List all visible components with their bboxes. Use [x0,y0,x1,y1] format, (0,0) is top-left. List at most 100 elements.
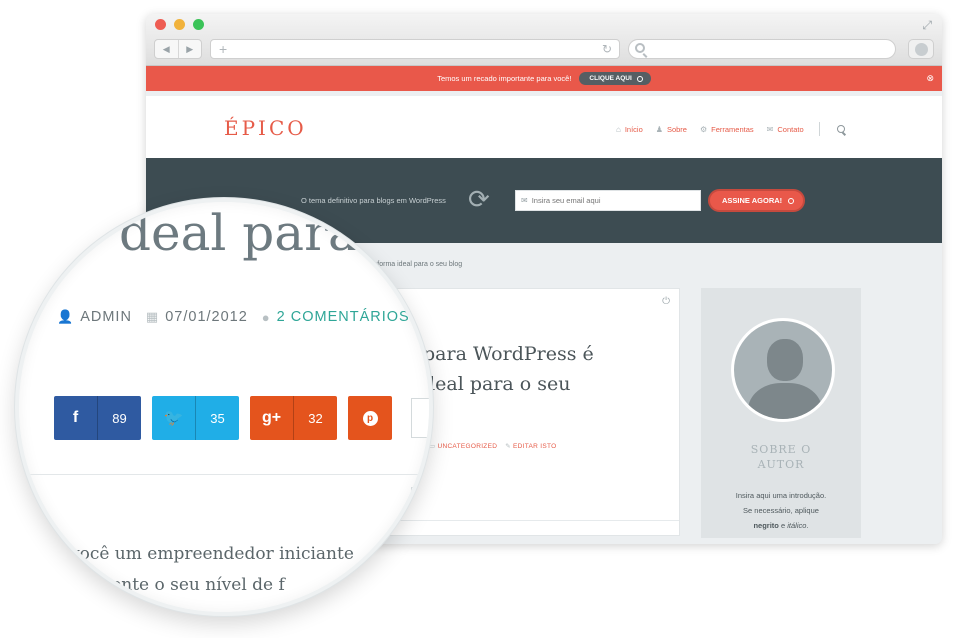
twitter-share-button[interactable]: 🐦 35 [152,396,239,440]
post-title-line: deal para o seu [423,373,571,395]
avatar-body [748,383,822,419]
circle-icon [788,197,795,204]
nav-item-contato[interactable]: ✉ Contato [767,125,804,134]
bold-word: negrito [753,521,779,530]
avatar-head [767,339,803,381]
post-author[interactable]: 👤 ADMIN [57,309,132,325]
search-icon[interactable] [836,125,845,133]
magnified-body-text: ia você um empreendedor iniciante cê aum… [49,539,429,616]
post-meta: ▭ UNCATEGORIZED ✎ EDITAR ISTO [429,442,556,450]
edit-label: EDITAR ISTO [512,443,557,450]
maximize-window-button[interactable] [193,19,204,30]
extension-button[interactable] [908,39,934,59]
comments-link: 2 COMENTÁRIOS [276,309,410,325]
nav-label: Sobre [666,124,687,134]
close-window-button[interactable] [155,19,166,30]
author-text-line: Insira aqui uma introdução. [735,491,827,500]
subscribe-button-label: ASSINE AGORA! [722,196,783,205]
google-plus-share-button[interactable]: g+ 32 [250,396,337,440]
italic-word: itálico [787,521,807,530]
site-header: ÉPICO ⌂ Início ♟ Sobre ⚙ Ferramentas ✉ C… [146,96,942,158]
breadcrumb: lataforma ideal para o seu blog [366,261,463,268]
facebook-icon: f [72,409,79,426]
address-bar[interactable]: + ↻ [210,39,620,59]
subscribe-button[interactable]: ASSINE AGORA! [708,189,806,212]
nav-item-sobre[interactable]: ♟ Sobre [656,125,687,134]
post-category[interactable]: ▭ UNCATEGORIZED [429,442,497,450]
history-nav: ◀ ▶ [154,39,202,59]
share-buttons: f 89 🐦 35 g+ 32 p [54,396,392,440]
notice-bar: Temos um recado importante para você! CL… [146,66,942,91]
pinterest-share-button[interactable]: p [348,396,392,440]
forward-icon[interactable]: ▶ [177,40,202,58]
post-title-line: para WordPress é [423,343,594,365]
extension-icon [915,43,928,56]
refresh-icon: ⟳ [468,184,490,214]
email-field[interactable]: ✉ [515,190,701,211]
main-nav: ⌂ Início ♟ Sobre ⚙ Ferramentas ✉ Contato [616,122,845,136]
browser-chrome: ⤢ ◀ ▶ + ↻ [146,14,942,66]
facebook-share-button[interactable]: f 89 [54,396,141,440]
author-widget-text: Insira aqui uma introdução. Se necessári… [701,488,861,533]
author-widget-title: SOBRE O AUTOR [750,443,812,471]
period: . [806,521,809,530]
new-tab-icon[interactable]: + [219,41,227,57]
body-line: feito pod [49,606,126,616]
category-label: UNCATEGORIZED [437,443,498,450]
folder-icon: ▭ [429,443,436,450]
author-text-line: negrito e itálico. [701,518,861,533]
nav-item-inicio[interactable]: ⌂ Início [616,125,643,134]
pagination-button[interactable] [411,487,429,509]
magnifier-lens: deal para o 👤 ADMIN ▦ 07/01/2012 ● 2 COMENT… [15,198,433,616]
magnified-divider [19,474,429,475]
share-count: 89 [97,396,141,440]
author-name: ADMIN [80,309,132,325]
pencil-icon: ✎ [505,443,511,450]
home-icon: ⌂ [616,124,621,134]
fullscreen-icon[interactable]: ⤢ [922,18,932,33]
nav-label: Início [624,124,643,134]
nav-divider [818,122,820,136]
post-date: ▦ 07/01/2012 [146,309,248,325]
notice-button-label: CLIQUE AQUI [589,75,632,82]
back-icon[interactable]: ◀ [155,40,178,58]
minimize-window-button[interactable] [174,19,185,30]
author-text-line: Se necessário, aplique [743,506,819,515]
calendar-icon: ▦ [145,309,160,324]
magnified-title: deal para o [119,204,404,262]
reload-icon[interactable]: ↻ [602,42,612,56]
user-icon: 👤 [57,309,75,324]
circle-icon [636,75,643,82]
browser-search-input[interactable] [628,39,896,59]
pinterest-icon-wrap: p [348,396,392,440]
comment-icon: ● [261,309,271,325]
mail-icon: ✉ [766,124,774,134]
search-icon [635,43,645,53]
site-logo[interactable]: ÉPICO [224,116,307,140]
twitter-icon: 🐦 [163,410,184,427]
post-edit-link[interactable]: ✎ EDITAR ISTO [505,442,556,450]
close-icon[interactable]: ⊗ [926,73,934,84]
person-icon: ♟ [655,124,663,134]
post-title[interactable]: para WordPress é deal para o seu [423,339,643,399]
pinterest-icon: p [362,410,378,426]
date-value: 07/01/2012 [165,309,248,325]
share-count: 32 [293,396,337,440]
notice-button[interactable]: CLIQUE AQUI [579,72,651,85]
nav-label: Contato [777,124,804,134]
post-meta-magnified: 👤 ADMIN ▦ 07/01/2012 ● 2 COMENTÁRIOS [57,309,410,325]
body-line: ia você um empreendedor iniciante [49,544,354,564]
mail-icon: ✉ [521,196,528,205]
google-plus-icon: g+ [261,409,282,426]
notice-text: Temos um recado importante para você! [437,74,572,83]
power-icon[interactable]: ⏻ [662,296,670,307]
share-more-button[interactable] [411,398,429,438]
conjunction: e [778,521,788,530]
email-input[interactable] [531,196,692,205]
avatar [731,318,835,422]
author-widget: SOBRE O AUTOR Insira aqui uma introdução… [701,288,861,538]
post-comments[interactable]: ● 2 COMENTÁRIOS [262,309,410,325]
nav-item-ferramentas[interactable]: ⚙ Ferramentas [700,125,754,134]
post-divider [377,520,679,521]
nav-label: Ferramentas [711,124,754,134]
